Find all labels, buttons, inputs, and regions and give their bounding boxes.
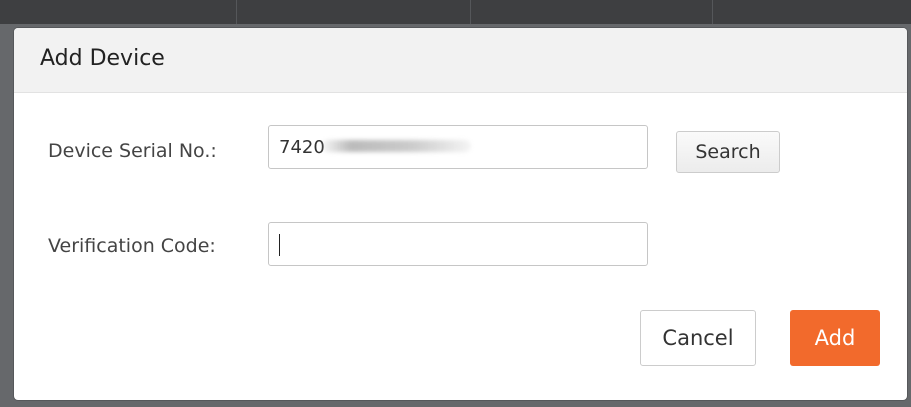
- device-serial-label: Device Serial No.:: [48, 140, 217, 162]
- backdrop-divider: [712, 0, 713, 24]
- device-serial-value: 7420: [279, 137, 325, 158]
- verification-code-label: Verification Code:: [48, 235, 216, 257]
- backdrop-divider: [470, 0, 471, 24]
- dialog-header: Add Device: [14, 28, 907, 93]
- dialog-title: Add Device: [40, 46, 165, 71]
- add-button[interactable]: Add: [790, 310, 880, 366]
- search-button[interactable]: Search: [676, 131, 780, 173]
- add-device-dialog: Add Device Device Serial No.: 7420 Searc…: [14, 28, 907, 400]
- redacted-serial-blur: [321, 140, 471, 152]
- backdrop-divider: [236, 0, 237, 24]
- device-serial-input[interactable]: 7420: [268, 125, 648, 169]
- cancel-button[interactable]: Cancel: [640, 310, 756, 366]
- text-cursor-icon: [279, 234, 280, 256]
- verification-code-input[interactable]: [268, 222, 648, 266]
